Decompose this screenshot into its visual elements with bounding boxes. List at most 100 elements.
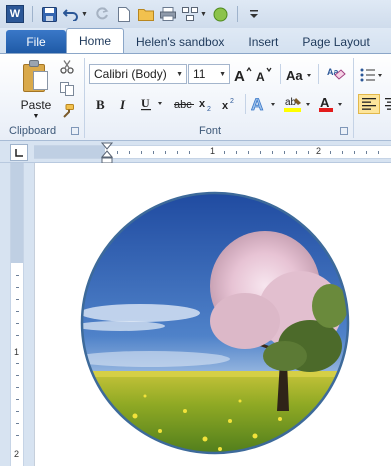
undo-dropdown-icon[interactable]: ▼ (81, 11, 88, 18)
ruler-number: 2 (316, 146, 322, 156)
ruler-tick (354, 151, 355, 154)
ruler-tick (129, 151, 130, 154)
copy-icon[interactable] (58, 80, 76, 98)
group-separator (245, 94, 246, 114)
paste-dropdown-icon[interactable]: ▼ (33, 113, 40, 120)
align-center-button[interactable] (383, 94, 391, 114)
ruler-tick (296, 151, 297, 154)
group-separator (84, 58, 85, 138)
svg-text:A: A (251, 95, 263, 113)
toolbar-separator (236, 6, 238, 22)
ruler-tick (224, 151, 225, 154)
ribbon-tabs: File Home Helen's sandbox Insert Page La… (0, 28, 391, 53)
svg-text:A: A (234, 68, 245, 83)
group-separator (353, 58, 354, 138)
vertical-ruler[interactable]: 1 2 (10, 163, 24, 466)
paste-label: Paste (20, 98, 52, 112)
font-name-value: Calibri (Body) (94, 67, 167, 81)
format-painter-icon[interactable] (58, 102, 76, 120)
font-name-dropdown-icon[interactable]: ▼ (176, 71, 183, 78)
ruler-tick (16, 411, 19, 412)
cut-icon[interactable] (58, 58, 76, 76)
ruler-tick (189, 151, 190, 154)
bullets-button[interactable] (360, 65, 384, 85)
svg-text:2: 2 (230, 98, 234, 105)
tab-insert[interactable]: Insert (236, 30, 290, 53)
italic-button[interactable]: I (115, 94, 133, 114)
underline-button[interactable]: U (139, 94, 167, 114)
clipboard-dialog-launcher-icon[interactable] (71, 127, 79, 135)
bold-button[interactable]: B (92, 94, 110, 114)
ruler-number: 1 (14, 347, 20, 357)
change-case-icon[interactable]: Aa (286, 65, 314, 85)
svg-text:2: 2 (207, 106, 211, 112)
font-group-label: Font (199, 125, 222, 137)
ruler-tick (16, 287, 19, 288)
ruler-tick (16, 323, 19, 324)
tab-file[interactable]: File (6, 30, 66, 53)
text-effects-button[interactable]: A (251, 94, 279, 114)
font-size-box[interactable]: 11 ▼ (188, 64, 230, 84)
subscript-button[interactable]: x2 (199, 94, 217, 114)
tab-helens-sandbox[interactable]: Helen's sandbox (124, 30, 236, 53)
tab-home[interactable]: Home (66, 28, 125, 53)
font-size-dropdown-icon[interactable]: ▼ (219, 71, 226, 78)
ruler-tick (16, 375, 19, 376)
ruler-tick (177, 151, 178, 154)
ruler-tick (16, 311, 19, 312)
ruler-tick (342, 151, 343, 154)
font-size-value: 11 (193, 67, 206, 81)
ribbon: Paste ▼ Clipboard Calibri (Body) ▼ 11 ▼ … (0, 53, 391, 141)
paste-button[interactable]: Paste ▼ (14, 58, 58, 124)
align-left-button[interactable] (358, 94, 380, 114)
ruler-tick (141, 151, 142, 154)
ruler-tick (260, 151, 261, 154)
green-circle-icon[interactable] (213, 6, 229, 22)
ruler-number: 2 (14, 449, 20, 459)
quick-access-toolbar: W ▼ ▼ (0, 0, 391, 28)
svg-text:U: U (141, 96, 150, 110)
quick-print-icon[interactable] (159, 6, 176, 22)
ruler-tick (16, 435, 19, 436)
strikethrough-button[interactable]: abc (174, 94, 196, 114)
superscript-button[interactable]: x2 (222, 94, 240, 114)
ruler-tick (248, 151, 249, 154)
grow-font-icon[interactable]: A (234, 65, 252, 85)
ruler-top-margin (11, 163, 23, 263)
ruler-tick (16, 387, 19, 388)
ruler-number: 1 (210, 146, 216, 156)
undo-icon[interactable] (63, 6, 79, 22)
layout-icon[interactable] (181, 6, 198, 22)
clear-formatting-icon[interactable]: Aa (326, 63, 348, 83)
ruler-tick (378, 151, 379, 154)
layout-dropdown-icon[interactable]: ▼ (200, 11, 207, 18)
horizontal-ruler[interactable]: 1 2 (34, 145, 391, 159)
circle-cropped-picture[interactable] (80, 191, 350, 455)
group-separator (318, 64, 319, 84)
font-dialog-launcher-icon[interactable] (340, 127, 348, 135)
open-folder-icon[interactable] (137, 6, 154, 22)
customize-toolbar-icon[interactable] (246, 6, 262, 22)
save-icon[interactable] (41, 6, 57, 22)
toolbar-separator (32, 6, 33, 22)
tab-page-layout[interactable]: Page Layout (290, 30, 381, 53)
ruler-tick (16, 275, 19, 276)
ruler-tick (16, 423, 19, 424)
font-color-button[interactable]: A (318, 94, 348, 114)
shrink-font-icon[interactable]: A (255, 65, 273, 85)
word-app-icon[interactable]: W (6, 5, 24, 23)
clipboard-group-label: Clipboard (9, 125, 57, 137)
svg-text:B: B (96, 97, 105, 111)
new-document-icon[interactable] (116, 6, 132, 22)
paste-icon (23, 60, 49, 92)
ruler-tick (16, 363, 19, 364)
ruler-tick (117, 151, 118, 154)
ruler-tick (16, 399, 19, 400)
redo-icon[interactable] (94, 6, 110, 22)
ruler-left-margin (34, 146, 105, 158)
font-name-box[interactable]: Calibri (Body) ▼ (89, 64, 187, 84)
text-highlight-button[interactable]: ab (283, 94, 313, 114)
ruler-tick (165, 151, 166, 154)
tab-selector-button[interactable] (10, 144, 28, 161)
ruler-tick (284, 151, 285, 154)
